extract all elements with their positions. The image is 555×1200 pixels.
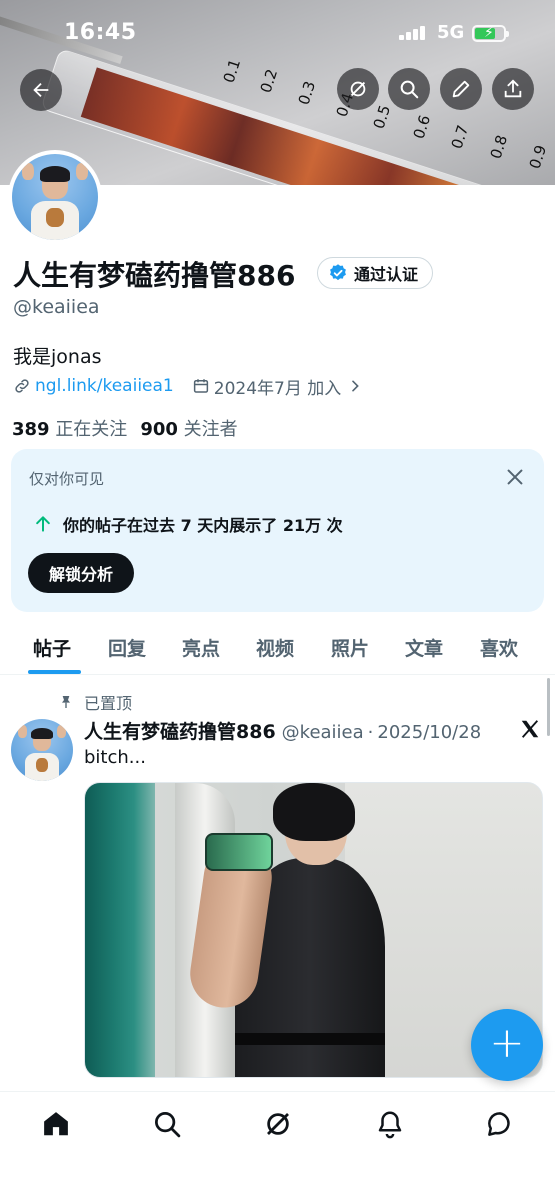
profile-link[interactable]: ngl.link/keaiiea1 (35, 376, 174, 396)
profile-tabs: 帖子 回复 亮点 视频 照片 文章 喜欢 (0, 620, 555, 675)
visibility-label: 仅对你可见 (29, 470, 105, 488)
nav-notifications[interactable] (374, 1108, 406, 1140)
nav-messages[interactable] (484, 1108, 516, 1140)
tab-highlights[interactable]: 亮点 (182, 634, 220, 661)
link-icon (15, 379, 29, 393)
grok-icon (350, 81, 366, 97)
search-button[interactable] (388, 68, 430, 110)
search-icon (155, 1112, 181, 1138)
syringe-image (40, 48, 555, 185)
tab-articles[interactable]: 文章 (405, 634, 443, 661)
insight-card: 仅对你可见 你的帖子在过去 7 天内展示了 21万 次 解锁分析 (11, 449, 544, 612)
followers-link[interactable]: 900 关注者 (140, 415, 237, 441)
search-icon (400, 80, 419, 99)
post-header: 人生有梦磕药撸管886 @keaiiea · 2025/10/28 (84, 717, 481, 744)
unlock-analytics-button[interactable]: 解锁分析 (28, 553, 135, 593)
post-date[interactable]: 2025/10/28 (377, 722, 481, 743)
active-tab-indicator (28, 670, 81, 674)
tab-photos[interactable]: 照片 (331, 634, 369, 661)
back-button[interactable] (20, 69, 62, 111)
battery-icon: ⚡ (472, 25, 509, 42)
scrollbar[interactable] (547, 678, 550, 736)
tab-replies[interactable]: 回复 (108, 634, 146, 661)
profile-avatar[interactable] (8, 150, 102, 244)
pinned-label: 已置顶 (84, 694, 133, 713)
followers-count: 900 (140, 419, 178, 440)
display-name: 人生有梦磕药撸管886 (13, 259, 296, 292)
syringe-mark: 0.9 (525, 142, 551, 172)
verified-button[interactable]: 通过认证 (317, 257, 434, 289)
messages-icon (488, 1112, 510, 1136)
profile-handle: @keaiiea (13, 296, 100, 318)
following-count: 389 (12, 419, 50, 440)
syringe-mark: 0.6 (409, 112, 435, 142)
pencil-icon (452, 80, 470, 98)
syringe-mark: 0.7 (447, 122, 473, 152)
following-label: 正在关注 (55, 419, 128, 440)
post-author-handle[interactable]: @keaiiea (282, 722, 364, 743)
impressions-stat: 你的帖子在过去 7 天内展示了 21万 次 (33, 512, 343, 536)
nav-home[interactable] (40, 1108, 72, 1140)
close-icon[interactable] (504, 466, 526, 488)
notifications-icon (378, 1111, 402, 1139)
grok-icon (267, 1113, 289, 1135)
bottom-nav (0, 1091, 555, 1200)
syringe-mark: 0.8 (486, 132, 512, 162)
compose-button[interactable]: + (471, 1009, 543, 1081)
arrow-up-icon (36, 516, 50, 532)
followers-label: 关注者 (183, 419, 238, 440)
syringe-mark: 0.2 (256, 66, 282, 96)
signal-icon (399, 26, 429, 40)
syringe-mark: 0.3 (294, 78, 320, 108)
nav-grok[interactable] (262, 1108, 294, 1140)
profile-bio: 我是jonas (13, 346, 102, 368)
x-logo-icon[interactable] (519, 718, 541, 740)
tab-videos[interactable]: 视频 (256, 634, 294, 661)
follow-stats: 389 正在关注 900 关注者 (12, 415, 238, 441)
joined-date[interactable]: 2024年7月 加入 (214, 374, 341, 399)
syringe-mark: 0.1 (219, 56, 245, 86)
tab-likes[interactable]: 喜欢 (480, 634, 518, 661)
profile-meta: ngl.link/keaiiea1 2024年7月 加入 (13, 374, 363, 399)
network-label: 5G (437, 22, 465, 43)
share-button[interactable] (492, 68, 534, 110)
verified-label: 通过认证 (354, 265, 419, 284)
status-time: 16:45 (64, 20, 137, 45)
post-text: bitch... (84, 747, 146, 768)
home-icon (44, 1112, 68, 1136)
post-author-name[interactable]: 人生有梦磕药撸管886 (84, 717, 276, 744)
share-icon (504, 79, 522, 98)
post-avatar[interactable] (11, 719, 73, 781)
post-separator: · (367, 722, 374, 743)
edit-button[interactable] (440, 68, 482, 110)
pinned-indicator: 已置顶 (58, 690, 132, 714)
status-bar: 16:45 5G ⚡ (0, 14, 555, 54)
impressions-text: 你的帖子在过去 7 天内展示了 21万 次 (63, 516, 343, 535)
calendar-icon (193, 379, 208, 393)
following-link[interactable]: 389 正在关注 (12, 415, 127, 441)
nav-search[interactable] (151, 1108, 183, 1140)
tab-posts[interactable]: 帖子 (33, 634, 71, 661)
verified-badge-icon (330, 264, 346, 281)
plus-icon: + (489, 1018, 525, 1067)
pin-icon (62, 696, 70, 708)
grok-button[interactable] (337, 68, 379, 110)
syringe-mark: 0.5 (369, 102, 395, 132)
arrow-left-icon (33, 82, 49, 98)
chevron-right-icon[interactable] (347, 378, 363, 394)
